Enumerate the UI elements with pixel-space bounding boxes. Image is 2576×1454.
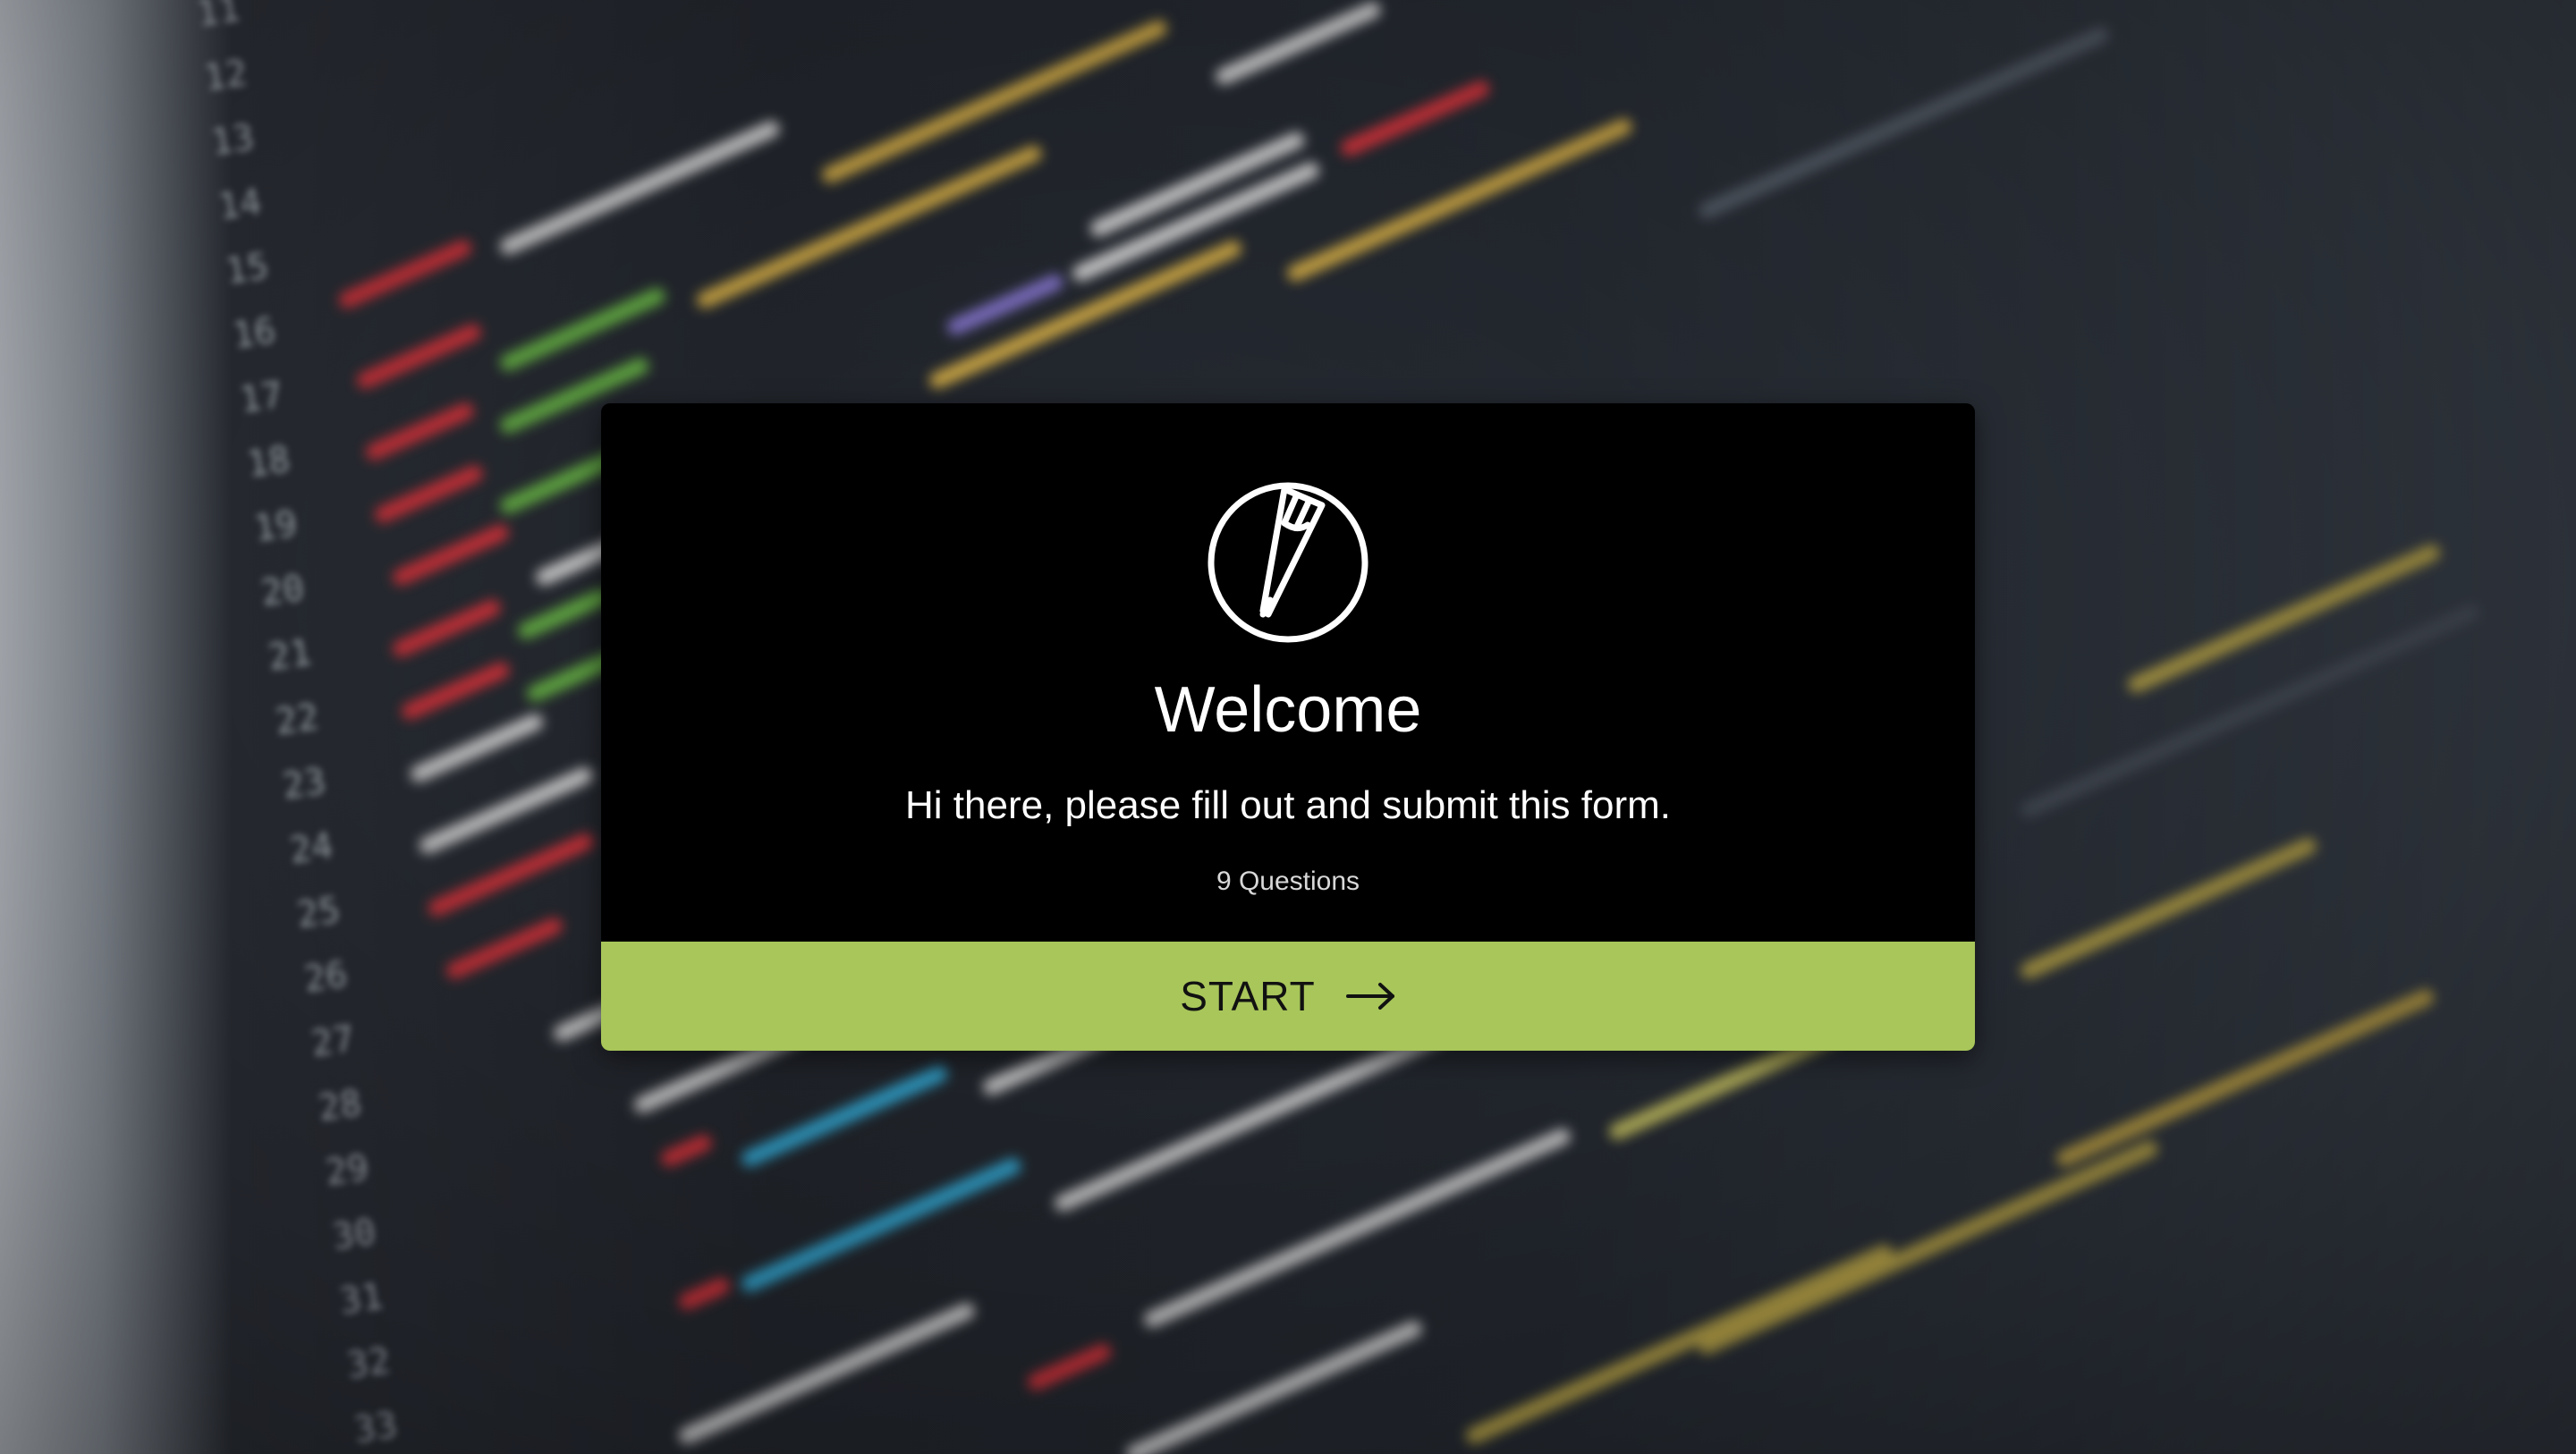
welcome-card-body: Welcome Hi there, please fill out and su… — [601, 403, 1975, 942]
welcome-message: Hi there, please fill out and submit thi… — [905, 783, 1671, 827]
page-title: Welcome — [1154, 674, 1422, 746]
start-button[interactable]: START — [601, 942, 1975, 1051]
arrow-right-icon — [1345, 983, 1394, 1010]
welcome-card: Welcome Hi there, please fill out and su… — [601, 403, 1975, 1051]
pencil-circle-icon — [1208, 482, 1368, 643]
question-count: 9 Questions — [1216, 866, 1360, 896]
start-button-label: START — [1180, 973, 1316, 1019]
